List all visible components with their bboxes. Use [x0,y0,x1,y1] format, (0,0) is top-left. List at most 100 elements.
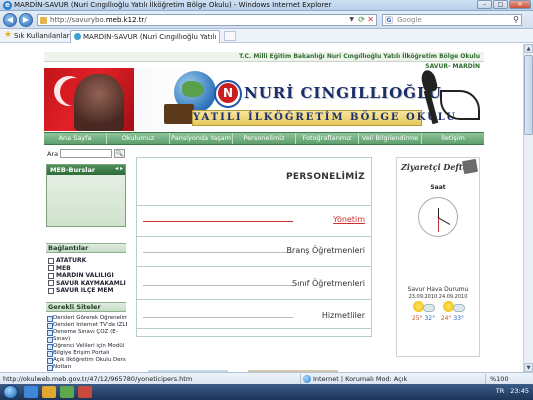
nav-ana-sayfa[interactable]: Ana Sayfa [44,133,107,144]
maximize-button[interactable]: □ [493,0,508,9]
temp-high: 25° [411,315,423,322]
tab-title[interactable]: MARDİN-SAVUR (Nuri Cıngıllıoğlu Yatılı İ… [83,33,219,41]
taskbar-app-icon[interactable] [42,386,56,398]
weather-temps: 25° 32° 24° 33° [397,315,479,322]
main-nav: Ana Sayfa Okulumuz Pansiyonda Yaşam Pers… [44,132,484,145]
close-button[interactable]: ✕ [509,0,531,9]
address-row: ◀ ▶ http://savurybo.meb.k12.tr/ ▼ ⟳ ✕ G … [0,11,533,29]
search-box[interactable]: G Google ⚲ [382,14,522,26]
site-link[interactable]: Notları [47,364,127,371]
link-meb[interactable]: MEB [48,265,126,273]
taskbar-app-icon[interactable] [60,386,74,398]
favorites-button[interactable]: Sık Kullanılanlar [14,32,70,40]
stop-icon[interactable]: ✕ [367,15,374,24]
scroll-down-button[interactable]: ▼ [524,363,533,372]
nav-okulumuz[interactable]: Okulumuz [107,133,170,144]
scroll-up-button[interactable]: ▲ [524,44,533,53]
security-zone[interactable]: Internet | Korumalı Mod: Açık [313,375,407,383]
link-ataturk[interactable]: ATATÜRK [48,257,126,265]
nav-personelimiz[interactable]: Personelimiz [233,133,296,144]
tab-favicon [74,33,81,40]
site-link[interactable]: Dersleri İnternet TV'de İZLE [47,322,127,329]
site-link[interactable]: Deneme Sınavı ÇÖZ (E- [47,329,127,336]
menu-item-brans-ogretmenleri[interactable]: Branş Öğretmenleri [137,245,371,259]
meb-box-title: MEB-Burslar [50,166,96,174]
zoom-level[interactable]: %100 [490,375,509,383]
forward-icon[interactable]: ▶ [19,13,33,27]
weather-title[interactable]: Savur Hava Durumu [397,286,479,293]
start-icon[interactable] [3,385,18,399]
site-link[interactable]: Öğrenci Velileri için Modül [47,343,127,350]
nav-pansiyonda-yasam[interactable]: Pansiyonda Yaşam [170,133,233,144]
search-placeholder[interactable]: Google [397,16,422,24]
browser-tab[interactable]: MARDİN-SAVUR (Nuri Cıngıllıoğlu Yatılı İ… [70,30,220,43]
status-bar: http://okulweb.meb.gov.tr/47/12/965780/y… [0,372,533,384]
header-strip: T.C. Milli Eğitim Bakanlığı Nuri Cıngıll… [44,52,484,62]
links-header: Bağlantılar [46,243,126,253]
cloud-icon [453,304,465,312]
left-column: Ara 🔍 MEB-Burslar ◂ ▸ Bağlantılar ATATÜR… [44,147,128,372]
guestbook-icon[interactable] [461,158,479,175]
link-savur-kaymakamligi[interactable]: SAVUR KAYMAKAMLIĞI [48,280,126,288]
school-logo: N [214,80,242,108]
browser-window: e MARDİN-SAVUR (Nuri Cıngıllıoğlu Yatılı… [0,0,533,400]
status-url: http://okulweb.meb.gov.tr/47/12/965780/y… [3,375,193,383]
address-url[interactable]: http://savurybo.meb.k12.tr/ [50,16,147,24]
school-name-line1: NURİ CINGILLIOĞLU [244,84,442,102]
header-line1: T.C. Milli Eğitim Bakanlığı Nuri Cıngıll… [239,53,480,60]
menu-item-yonetim[interactable]: Yönetim [137,214,371,228]
language-indicator[interactable]: TR [496,387,505,395]
page-viewport: T.C. Milli Eğitim Bakanlığı Nuri Cıngıll… [0,44,523,372]
content-panel: PERSONELİMİZ Yönetim Branş Öğretmenleri … [136,157,372,337]
globe-icon [303,375,311,383]
sites-list: Dersleri Görerek Öğrenelim Dersleri İnte… [47,315,127,371]
meb-box-arrows[interactable]: ◂ ▸ [115,165,123,172]
site-search-button[interactable]: 🔍 [114,149,125,158]
site-search: Ara 🔍 [47,149,127,159]
system-tray: TR 23:45 [496,387,529,395]
right-column: Ziyaretçi Defteri Saat Savur Hava Durumu… [396,157,480,357]
nav-iletisim[interactable]: İletişim [422,133,484,144]
address-bar[interactable]: http://savurybo.meb.k12.tr/ ▼ ⟳ ✕ [37,14,377,26]
weather-dates: 23.09.2010 24.09.2010 [408,294,468,300]
back-icon[interactable]: ◀ [3,13,17,27]
page-title: PERSONELİMİZ [285,172,365,182]
cloud-icon [423,304,435,312]
clock-label: Saat [430,184,446,191]
school-site: T.C. Milli Eğitim Bakanlığı Nuri Cıngıll… [44,52,484,372]
menu-item-sinif-ogretmenleri[interactable]: Sınıf Öğretmenleri [137,278,371,292]
site-search-input[interactable] [60,149,112,158]
torch-book-icon [414,68,482,128]
site-link[interactable]: Bilgiye Erişim Portalı [47,350,127,357]
temp-high: 24° [440,315,452,322]
ie-icon: e [3,1,12,10]
page-icon [40,17,47,24]
link-savur-ilce-mem[interactable]: SAVUR İLÇE MEM [48,287,126,295]
site-link[interactable]: Sınav) [47,336,127,343]
title-bar: e MARDİN-SAVUR (Nuri Cıngıllıoğlu Yatılı… [0,0,533,11]
taskbar-app-icon[interactable] [24,386,38,398]
scroll-thumb[interactable] [524,55,533,135]
sites-header: Gerekli Siteler [46,302,126,312]
menu-item-hizmetliler[interactable]: Hizmetliler [137,310,371,324]
flag-portrait-image [44,68,134,131]
link-mardin-valiligi[interactable]: MARDİN VALİLİĞİ [48,272,126,280]
address-dropdown-icon[interactable]: ▼ [349,16,354,23]
nav-fotograflarimiz[interactable]: Fotoğraflarımız [296,133,359,144]
clock-time[interactable]: 23:45 [510,387,529,395]
new-tab-button[interactable] [224,31,236,41]
star-icon[interactable]: ★ [4,30,12,40]
vertical-scrollbar[interactable]: ▲ ▼ [523,44,533,372]
taskbar-app-icon[interactable] [78,386,92,398]
site-link[interactable]: Açık İlköğretim Okulu Ders [47,357,127,364]
nav-veli-bilgilendirme[interactable]: Veli Bilgilendirme [359,133,422,144]
refresh-icon[interactable]: ⟳ [358,15,365,24]
meb-burslar-box[interactable]: MEB-Burslar ◂ ▸ [46,164,126,227]
search-icon[interactable]: ⚲ [513,15,519,24]
site-link[interactable]: Dersleri Görerek Öğrenelim [47,315,127,322]
clock-icon [418,197,458,237]
book-icon [164,104,194,124]
temp-low: 32° [424,315,436,322]
minimize-button[interactable]: – [477,0,492,9]
taskbar: TR 23:45 [0,384,533,400]
